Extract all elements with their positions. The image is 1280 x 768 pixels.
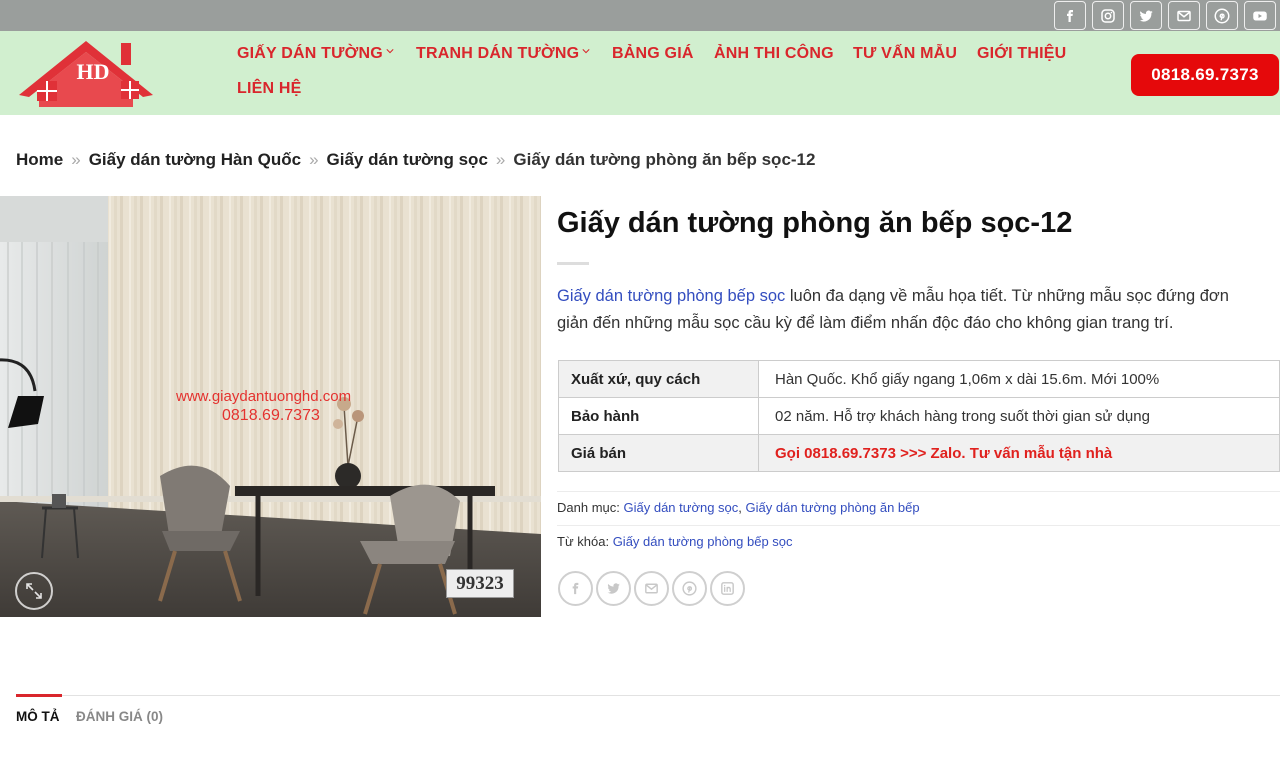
zoom-button[interactable] (15, 572, 53, 610)
pinterest-icon (1214, 8, 1230, 23)
image-watermark-url: www.giaydantuonghd.com (176, 388, 352, 405)
phone-call-button[interactable]: 0818.69.7373 (1131, 54, 1279, 96)
breadcrumb-separator: » (71, 150, 81, 169)
product-categories: Danh mục: Giấy dán tường sọc, Giấy dán t… (557, 500, 920, 515)
spec-table: Xuất xứ, quy cách Hàn Quốc. Khổ giấy nga… (558, 360, 1280, 472)
divider (557, 491, 1280, 492)
tab-description[interactable]: MÔ TẢ (16, 709, 60, 724)
nav-item-anh-thi-cong[interactable]: ẢNH THI CÔNG (714, 45, 834, 63)
share-twitter-button[interactable] (596, 571, 631, 606)
chevron-down-icon (582, 49, 590, 54)
description-link[interactable]: Giấy dán tường phòng bếp sọc (557, 287, 785, 305)
top-bar (0, 0, 1280, 31)
site-header: HD GIẤY DÁN TƯỜNG TRANH DÁN TƯỜNG BẢNG G… (0, 31, 1280, 115)
twitter-icon (1139, 10, 1153, 21)
share-buttons (558, 571, 745, 606)
nav-item-lien-he[interactable]: LIÊN HỆ (237, 80, 302, 98)
pinterest-icon (682, 581, 697, 596)
breadcrumb-soc[interactable]: Giấy dán tường sọc (327, 150, 488, 169)
nav-item-bang-gia[interactable]: BẢNG GIÁ (612, 45, 694, 63)
breadcrumb: Home » Giấy dán tường Hàn Quốc » Giấy dán tư… (16, 150, 815, 170)
description-text-2: giản đến những mẫu sọc cầu kỳ để làm điể… (557, 314, 1174, 332)
product-title: Giấy dán tường phòng ăn bếp sọc-12 (557, 207, 1073, 239)
category-separator: , (738, 500, 746, 515)
nav-item-tranh-dan-tuong[interactable]: TRANH DÁN TƯỜNG (416, 45, 590, 63)
breadcrumb-current: Giấy dán tường phòng ăn bếp sọc-12 (513, 150, 816, 169)
facebook-icon (1067, 9, 1073, 22)
share-pinterest-button[interactable] (672, 571, 707, 606)
title-divider (557, 262, 589, 265)
spec-label: Bảo hành (558, 397, 759, 435)
social-links-top (1054, 1, 1276, 30)
twitter-link[interactable] (1130, 1, 1162, 30)
facebook-icon (572, 582, 579, 595)
tag-link[interactable]: Giấy dán tường phòng bếp sọc (613, 534, 793, 549)
divider (557, 525, 1280, 526)
spec-row: Bảo hành 02 năm. Hỗ trợ khách hàng trong… (558, 397, 1280, 435)
linkedin-icon (721, 582, 734, 595)
nav-item-tu-van-mau[interactable]: TƯ VẤN MẪU (853, 45, 957, 63)
email-icon (645, 583, 658, 594)
facebook-link[interactable] (1054, 1, 1086, 30)
email-link[interactable] (1168, 1, 1200, 30)
share-linkedin-button[interactable] (710, 571, 745, 606)
breadcrumb-han-quoc[interactable]: Giấy dán tường Hàn Quốc (89, 150, 301, 169)
email-icon (1177, 10, 1191, 21)
breadcrumb-home[interactable]: Home (16, 150, 63, 169)
description-text-1: luôn đa dạng về mẫu họa tiết. Từ những m… (785, 287, 1229, 305)
share-email-button[interactable] (634, 571, 669, 606)
svg-text:HD: HD (77, 59, 110, 84)
product-image[interactable]: www.giaydantuonghd.com 0818.69.7373 9932… (0, 196, 541, 617)
nav-item-gioi-thieu[interactable]: GIỚI THIỆU (977, 45, 1066, 63)
product-description: Giấy dán tường phòng bếp sọc luôn đa dạn… (557, 283, 1280, 337)
spec-row: Xuất xứ, quy cách Hàn Quốc. Khổ giấy nga… (558, 360, 1280, 398)
spec-value: 02 năm. Hỗ trợ khách hàng trong suốt thờ… (758, 397, 1280, 435)
image-watermark-phone: 0818.69.7373 (222, 407, 320, 424)
spec-row: Giá bán Gọi 0818.69.7373 >>> Zalo. Tư vấ… (558, 434, 1280, 472)
share-facebook-button[interactable] (558, 571, 593, 606)
nav-item-giay-dan-tuong[interactable]: GIẤY DÁN TƯỜNG (237, 45, 394, 63)
tags-label: Từ khóa: (557, 534, 610, 549)
site-logo[interactable]: HD (15, 39, 157, 109)
breadcrumb-separator: » (495, 150, 506, 169)
pinterest-link[interactable] (1206, 1, 1238, 30)
category-link[interactable]: Giấy dán tường sọc (624, 500, 739, 515)
categories-label: Danh mục: (557, 500, 620, 515)
expand-icon (26, 583, 42, 599)
spec-label: Xuất xứ, quy cách (558, 360, 759, 398)
image-product-code: 99323 (446, 569, 514, 598)
spec-value: Hàn Quốc. Khổ giấy ngang 1,06m x dài 15.… (758, 360, 1280, 398)
breadcrumb-separator: » (309, 150, 319, 169)
instagram-link[interactable] (1092, 1, 1124, 30)
category-link[interactable]: Giấy dán tường phòng ăn bếp (746, 500, 920, 515)
chevron-down-icon (386, 49, 394, 54)
product-tags: Từ khóa: Giấy dán tường phòng bếp sọc (557, 534, 793, 549)
youtube-link[interactable] (1244, 1, 1276, 30)
tab-reviews[interactable]: ĐÁNH GIÁ (0) (76, 709, 163, 724)
twitter-icon (607, 583, 620, 594)
spec-label: Giá bán (558, 434, 759, 472)
tabs-divider (16, 695, 1280, 696)
spec-price-value: Gọi 0818.69.7373 >>> Zalo. Tư vấn mẫu tậ… (758, 434, 1280, 472)
youtube-icon (1253, 11, 1267, 20)
instagram-icon (1101, 8, 1115, 23)
active-tab-indicator (16, 694, 62, 697)
